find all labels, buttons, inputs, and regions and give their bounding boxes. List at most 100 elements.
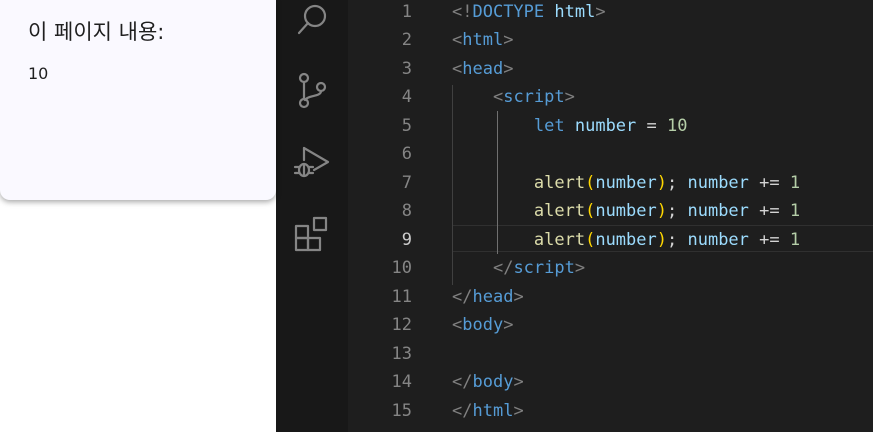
code-token: DOCTYPE	[472, 1, 545, 22]
code-area[interactable]: <!DOCTYPE html> <html> <head> <script> let…	[452, 0, 873, 432]
code-line[interactable]: <script>	[452, 83, 575, 112]
code-token: number	[595, 172, 657, 193]
code-token: >	[503, 58, 514, 79]
code-token: number	[595, 201, 657, 221]
code-token: number	[595, 229, 657, 250]
dialog-message: 10	[28, 64, 49, 83]
line-number: 15	[391, 400, 412, 421]
code-token: >	[513, 286, 524, 307]
code-token: )	[656, 229, 667, 250]
line-number-gutter: 1 2 3 4 5 6 7 8 9 10 11 12 13 14 15	[348, 0, 416, 432]
line-number: 1	[401, 1, 412, 22]
run-debug-icon[interactable]	[292, 142, 332, 182]
code-token: html	[472, 400, 514, 421]
code-line[interactable]: </head>	[452, 283, 524, 312]
code-token: number	[687, 201, 749, 221]
code-token: >	[564, 87, 575, 107]
code-token: <	[452, 315, 463, 335]
line-number: 7	[401, 172, 412, 193]
line-number: 14	[391, 372, 412, 392]
extensions-icon[interactable]	[292, 214, 332, 254]
code-line[interactable]: <head>	[452, 55, 513, 84]
code-token: 1	[789, 172, 801, 193]
code-token: 1	[789, 229, 801, 250]
code-token: number	[687, 229, 749, 250]
line-number: 13	[391, 343, 412, 364]
code-token: >	[503, 315, 514, 335]
code-line[interactable]: alert(number); number += 1	[452, 169, 800, 198]
line-number: 11	[391, 286, 412, 307]
code-token: )	[656, 201, 667, 221]
code-token: ;	[667, 229, 688, 250]
code-token: )	[656, 172, 667, 193]
code-token: body	[462, 315, 504, 335]
code-token: alert	[533, 201, 586, 221]
code-token: <	[452, 30, 463, 50]
code-token: 10	[667, 115, 688, 136]
code-token: (	[585, 172, 596, 193]
code-token: =	[636, 115, 667, 136]
code-line[interactable]: alert(number); number += 1	[452, 226, 800, 255]
code-token: </	[452, 286, 473, 307]
code-line[interactable]: <!DOCTYPE html>	[452, 0, 606, 26]
code-line[interactable]: </html>	[452, 397, 524, 426]
code-token: </	[452, 372, 473, 392]
line-number: 9	[401, 229, 412, 250]
dialog-title: 이 페이지 내용:	[28, 20, 165, 44]
activity-bar	[276, 0, 348, 432]
code-token: alert	[533, 172, 586, 193]
code-token: +=	[748, 201, 790, 221]
code-token: (	[585, 201, 596, 221]
line-number: 3	[401, 58, 412, 79]
code-token: >	[503, 30, 514, 50]
code-line[interactable]: </script>	[452, 254, 585, 283]
code-token: >	[595, 1, 606, 22]
code-line[interactable]: <body>	[452, 311, 513, 340]
code-token: body	[472, 372, 514, 392]
code-token: let	[533, 115, 565, 136]
code-token: script	[513, 258, 575, 278]
code-token: </	[452, 400, 473, 421]
code-line[interactable]: alert(number); number += 1	[452, 197, 800, 226]
code-token: >	[574, 258, 586, 278]
code-token: <!	[452, 1, 473, 22]
code-line[interactable]: let number = 10	[452, 112, 688, 141]
code-token: alert	[533, 229, 586, 250]
line-number: 2	[401, 30, 412, 50]
code-token: html	[554, 1, 596, 22]
code-token: number	[687, 172, 749, 193]
code-token: <	[452, 58, 463, 79]
code-token: head	[462, 58, 504, 79]
code-token: head	[472, 286, 514, 307]
line-number: 8	[401, 201, 412, 221]
code-token: +=	[748, 229, 790, 250]
code-token: number	[574, 115, 637, 136]
code-token: </	[492, 258, 514, 278]
code-token: html	[462, 30, 504, 50]
source-control-icon[interactable]	[292, 70, 332, 110]
code-token: script	[503, 87, 565, 107]
line-number: 4	[401, 87, 412, 107]
code-line[interactable]: <html>	[452, 26, 513, 55]
code-token: >	[513, 400, 524, 421]
code-token: (	[585, 229, 596, 250]
alert-dialog: 이 페이지 내용: 10	[0, 0, 276, 200]
code-token: >	[513, 372, 524, 392]
code-token: 1	[789, 201, 801, 221]
code-token: ;	[667, 201, 688, 221]
line-number: 5	[401, 115, 412, 136]
code-editor[interactable]: 1 2 3 4 5 6 7 8 9 10 11 12 13 14 15 <!DOCTYPE html> <ht…	[276, 0, 873, 432]
line-number: 6	[401, 144, 412, 164]
search-icon[interactable]	[292, 0, 332, 40]
line-number: 10	[391, 258, 412, 278]
code-token: +=	[748, 172, 790, 193]
code-line[interactable]: </body>	[452, 368, 524, 397]
line-number: 12	[391, 315, 412, 335]
